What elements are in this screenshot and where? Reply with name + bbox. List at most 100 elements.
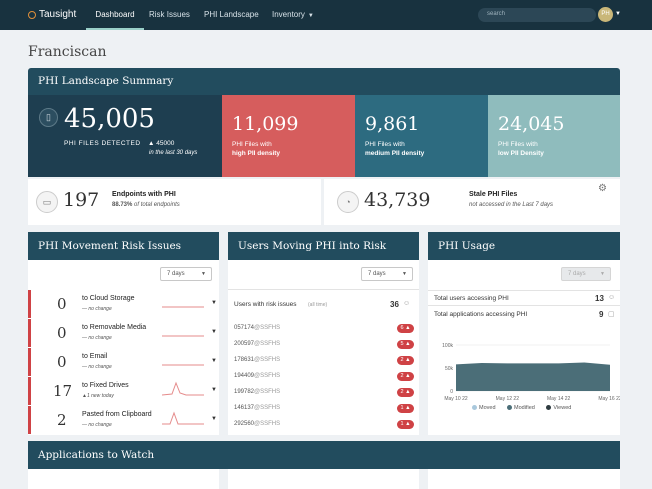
avatar[interactable]: PH <box>598 7 613 22</box>
legend-modified[interactable]: Modified <box>507 405 535 411</box>
chevron-down-icon[interactable]: ▼ <box>211 416 217 422</box>
user-issue-badge: 2 ▲ <box>397 372 414 381</box>
usage-range-select[interactable]: 7 days ▼ <box>561 267 611 281</box>
user-row[interactable]: 292560@SSFHS 1 ▲ <box>234 416 414 432</box>
phi-detected-delta: ▲ 45000 <box>148 140 175 147</box>
users-range-select[interactable]: 7 days ▼ <box>361 267 413 281</box>
nav-dashboard[interactable]: Dashboard <box>86 10 144 30</box>
chevron-down-icon: ▼ <box>402 271 407 277</box>
usage-title: PHI Usage <box>428 232 620 260</box>
tile-high-density[interactable]: 11,099 PHI Files with high PII density <box>222 95 355 177</box>
phi-detected-period: in the last 30 days <box>149 150 198 156</box>
chevron-down-icon[interactable]: ▼ <box>211 358 217 364</box>
risk-change: ▲1 new today <box>82 393 114 399</box>
low-density-line1: PHI Files with <box>498 141 538 148</box>
stale-title: Stale PHI Files <box>469 191 518 198</box>
phi-detected-value: 45,005 <box>64 104 155 134</box>
risk-row-removable-media[interactable]: 0 to Removable Media — no change ▼ <box>28 319 219 347</box>
user-row[interactable]: 199782@SSFHS 2 ▲ <box>234 384 414 400</box>
users-header-row: Users with risk issues (all time) 36 ☺ <box>228 289 419 319</box>
user-id: 146137 <box>234 405 255 411</box>
phi-landscape-summary: PHI Landscape Summary ▯ 45,005 PHI FILES… <box>28 68 620 227</box>
sparkline <box>162 381 204 396</box>
low-density-line2: low PII Density <box>498 150 544 157</box>
legend-moved[interactable]: Moved <box>472 405 496 411</box>
usage-users-value: 13 <box>595 294 604 303</box>
nav-phi-landscape[interactable]: PHI Landscape <box>204 10 259 30</box>
nav-inventory[interactable]: Inventory ▼ <box>272 10 314 30</box>
phi-usage-panel: PHI Usage 7 days ▼ Total users accessing … <box>428 232 620 435</box>
legend-viewed[interactable]: Viewed <box>546 405 571 411</box>
stale-value: 43,739 <box>364 189 431 211</box>
clock-icon: ◔ <box>337 191 359 213</box>
user-row[interactable]: 057174@SSFHS 6 ▲ <box>234 320 414 336</box>
movement-title: PHI Movement Risk Issues <box>28 232 219 260</box>
chevron-down-icon[interactable]: ▼ <box>211 329 217 335</box>
risk-row-clipboard[interactable]: 2 Pasted from Clipboard — no change ▼ <box>28 406 219 434</box>
nav-inventory-label: Inventory <box>272 10 305 19</box>
tile-medium-density[interactable]: 9,861 PHI Files with medium PII density <box>355 95 488 177</box>
user-issue-badge: 6 ▲ <box>397 324 414 333</box>
endpoints-with-phi[interactable]: ▭ 197 Endpoints with PHI 88.73% of total… <box>28 179 321 225</box>
y-tick-label: 100k <box>442 343 453 349</box>
legend-label: Modified <box>514 405 535 411</box>
risk-row-email[interactable]: 0 to Email — no change ▼ <box>28 348 219 376</box>
risk-label: to Fixed Drives <box>82 382 129 389</box>
search-input[interactable]: search <box>478 8 596 22</box>
user-id: 292560 <box>234 421 255 427</box>
user-issue-badge: 2 ▲ <box>397 388 414 397</box>
user-row[interactable]: 194409@SSFHS 2 ▲ <box>234 368 414 384</box>
users-header-sub: (all time) <box>308 302 328 308</box>
users-range-value: 7 days <box>368 271 386 277</box>
user-id: 057174 <box>234 325 255 331</box>
risk-change: — no change <box>82 306 112 312</box>
user-row[interactable]: 146137@SSFHS 1 ▲ <box>234 400 414 416</box>
user-row[interactable]: 200597@SSFHS 5 ▲ <box>234 336 414 352</box>
calendar-icon: ▢ <box>608 311 615 318</box>
phi-movement-risk-panel: PHI Movement Risk Issues 7 days ▼ 0 to Cl… <box>28 232 219 435</box>
legend-swatch <box>472 405 477 411</box>
user-id: 200597 <box>234 341 255 347</box>
badge-count: 2 <box>400 357 404 363</box>
phi-usage-chart: 100k 50k 0May 10 22 May 12 22 May 14 22 May 1… <box>442 343 620 402</box>
chevron-down-icon[interactable]: ▼ <box>211 387 217 393</box>
legend-swatch <box>546 405 552 411</box>
legend-label: Moved <box>479 405 496 411</box>
y-tick-label: 0 <box>450 389 453 395</box>
user-domain: @SSFHS <box>254 341 281 347</box>
movement-range-value: 7 days <box>167 271 185 277</box>
y-tick-label: 50k <box>445 366 454 372</box>
risk-row-fixed-drives[interactable]: 17 to Fixed Drives ▲1 new today ▼ <box>28 377 219 405</box>
user-domain: @SSFHS <box>254 357 281 363</box>
page-title: Franciscan <box>28 44 107 60</box>
warning-icon: ▲ <box>405 405 411 411</box>
brand-logo[interactable]: Tausight <box>28 9 76 20</box>
risk-change: — no change <box>82 335 112 341</box>
apps-card-3 <box>428 469 620 489</box>
x-tick-label: May 14 22 <box>547 396 571 402</box>
user-row[interactable]: 178631@SSFHS 2 ▲ <box>234 352 414 368</box>
user-domain: @SSFHS <box>254 325 281 331</box>
tile-phi-detected[interactable]: ▯ 45,005 PHI FILES DETECTED ▲ 45000 in t… <box>28 95 222 177</box>
stale-phi-files[interactable]: ◔ 43,739 Stale PHI Files not accessed in… <box>324 179 620 225</box>
user-domain: @SSFHS <box>254 421 281 427</box>
summary-title: PHI Landscape Summary <box>28 68 620 95</box>
apps-card-1 <box>28 469 219 489</box>
risk-row-cloud-storage[interactable]: 0 to Cloud Storage — no change ▼ <box>28 290 219 318</box>
gear-icon[interactable]: ⚙ <box>598 183 607 194</box>
chevron-down-icon[interactable]: ▼ <box>211 300 217 306</box>
risk-value: 0 <box>57 295 67 313</box>
tile-low-density[interactable]: 24,045 PHI Files with low PII Density <box>488 95 620 177</box>
chevron-down-icon[interactable]: ▼ <box>615 11 621 17</box>
medium-density-line1: PHI Files with <box>365 141 405 148</box>
risk-label: to Cloud Storage <box>82 295 135 302</box>
sparkline <box>162 306 204 308</box>
nav-risk-issues[interactable]: Risk Issues <box>149 10 190 30</box>
movement-range-select[interactable]: 7 days ▼ <box>160 267 212 281</box>
apps-title: Applications to Watch <box>28 441 620 469</box>
user-issue-badge: 1 ▲ <box>397 420 414 429</box>
endpoints-pct-suffix: of total endpoints <box>134 202 180 208</box>
x-tick-label: May 16 22 <box>598 396 620 402</box>
chevron-down-icon: ▼ <box>600 271 605 277</box>
phi-detected-label: PHI FILES DETECTED <box>64 140 141 147</box>
